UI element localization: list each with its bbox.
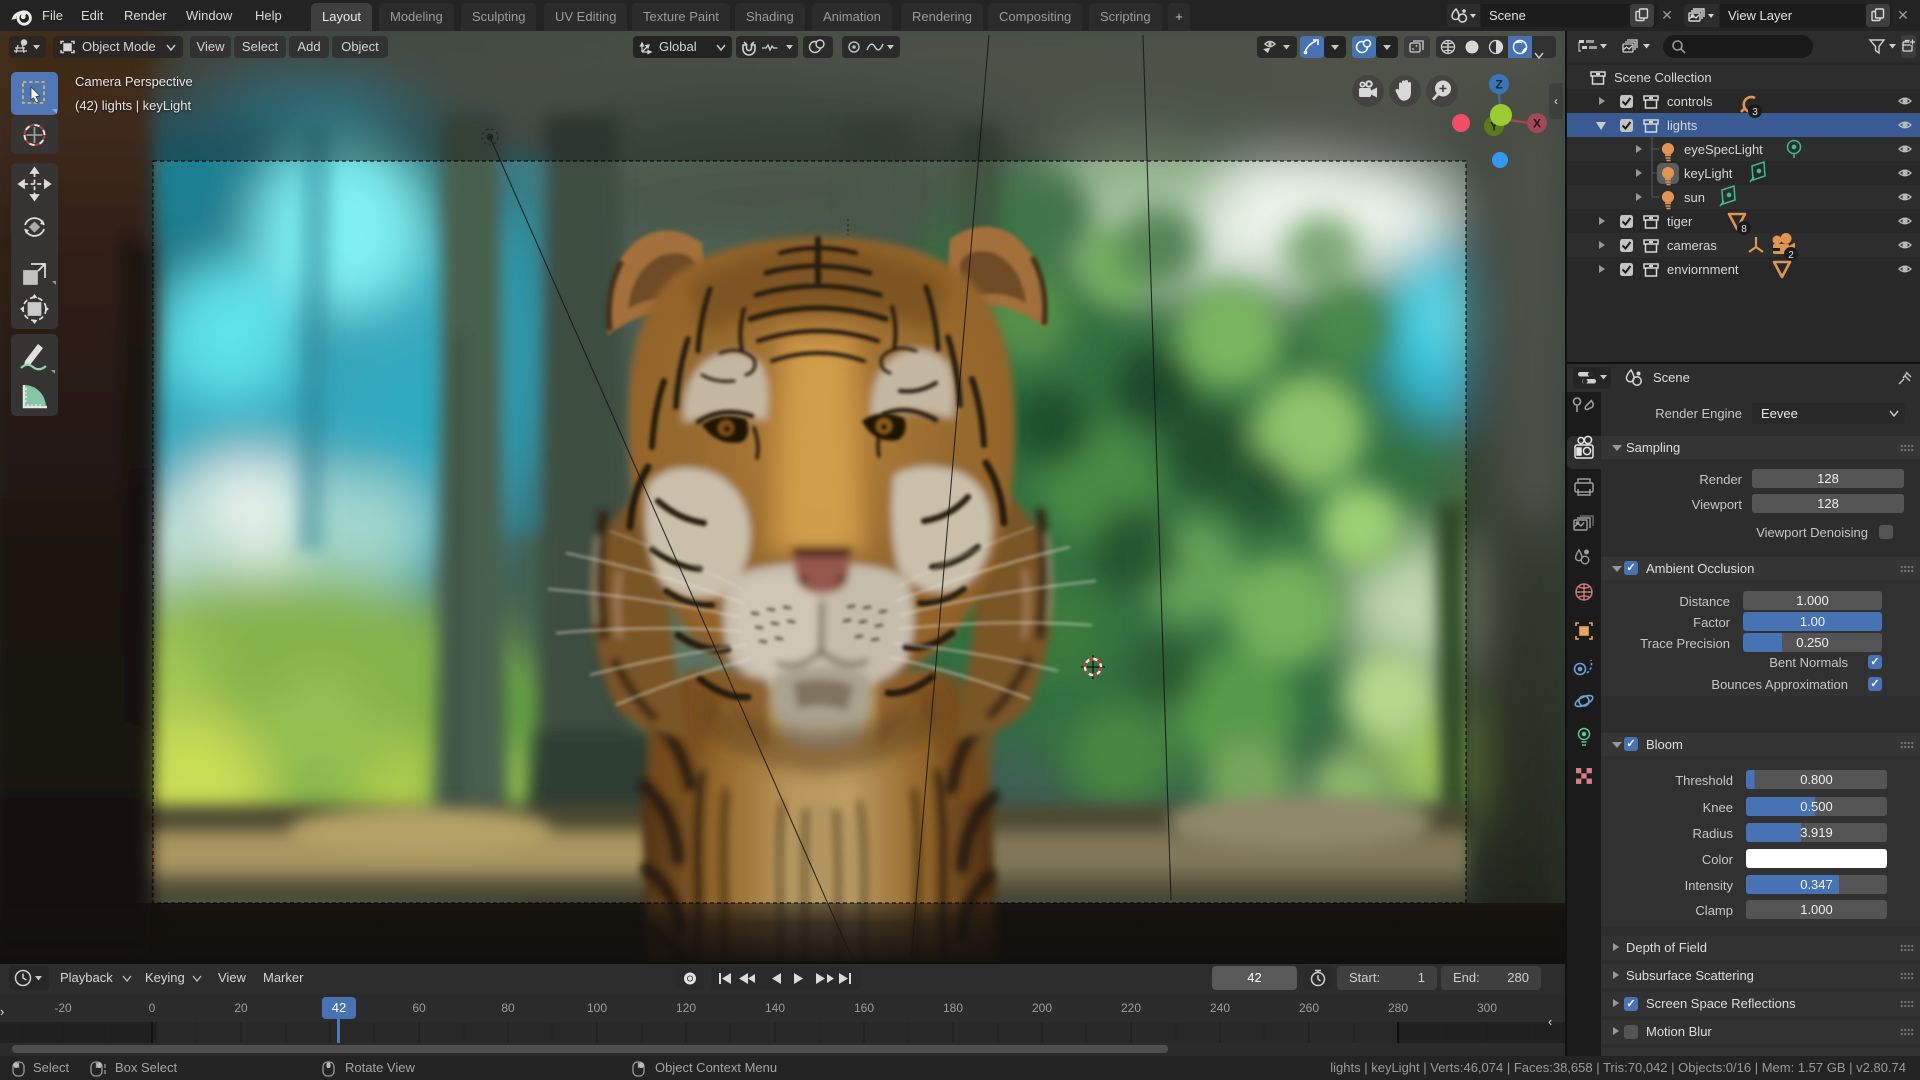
svg-text:2: 2 — [1788, 250, 1794, 261]
svg-text:3: 3 — [1752, 107, 1758, 118]
svg-text:keyLight: keyLight — [1684, 166, 1733, 181]
svg-text:Z: Z — [1495, 78, 1502, 92]
svg-text:enviornment: enviornment — [1667, 262, 1739, 277]
svg-text:lights: lights — [1667, 118, 1698, 133]
svg-text:controls: controls — [1667, 94, 1713, 109]
svg-text:8: 8 — [1741, 224, 1747, 235]
svg-text:Scene Collection: Scene Collection — [1614, 70, 1712, 85]
svg-text:sun: sun — [1684, 190, 1705, 205]
svg-text:X: X — [1533, 117, 1541, 131]
svg-text:eyeSpecLight: eyeSpecLight — [1684, 142, 1763, 157]
svg-text:cameras: cameras — [1667, 238, 1717, 253]
svg-text:tiger: tiger — [1667, 214, 1693, 229]
